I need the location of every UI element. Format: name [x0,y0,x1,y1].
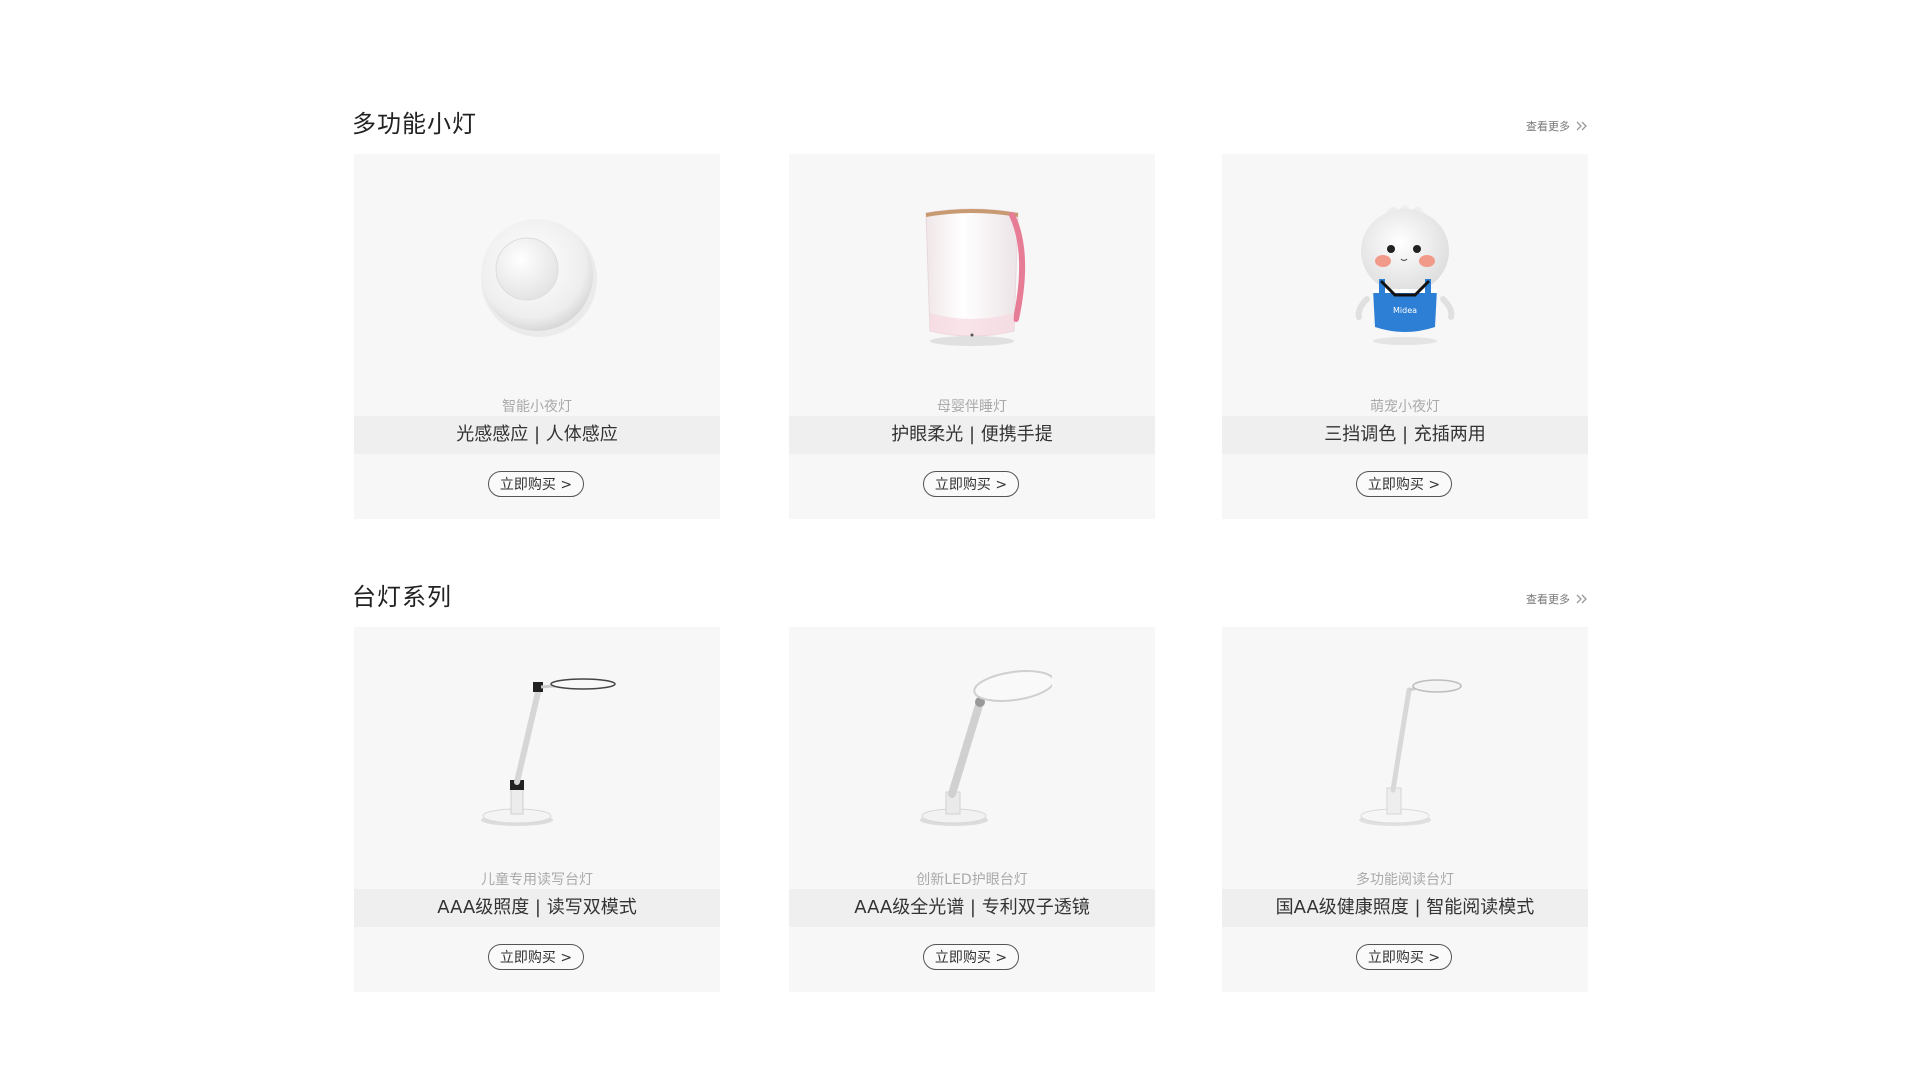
product-card[interactable]: 智能小夜灯 光感感应 | 人体感应 立即购买 > [354,154,720,519]
section-multifunction-lights: 多功能小灯 查看更多 智能小夜灯 光感感应 | 人体感应 立即购买 > 母婴伴睡… [352,100,1588,519]
product-features: AAA级照度 | 读写双模式 [354,889,720,927]
product-features: 光感感应 | 人体感应 [354,416,720,454]
product-category: 儿童专用读写台灯 [481,872,593,888]
buy-now-button[interactable]: 立即购买 > [1356,944,1452,970]
product-features: 三挡调色 | 充插两用 [1222,416,1588,454]
product-image-led-desk-lamp[interactable] [789,627,1155,865]
double-chevron-right-icon [1576,594,1587,604]
product-grid: 儿童专用读写台灯 AAA级照度 | 读写双模式 立即购买 > 创新LED护眼台灯… [354,627,1590,992]
kids-desk-lamp-image [481,678,616,826]
reading-desk-lamp-image [1359,679,1462,826]
product-features: 护眼柔光 | 便携手提 [789,416,1155,454]
round-night-light-image [481,219,597,337]
buy-now-button[interactable]: 立即购买 > [923,944,1019,970]
section-header: 多功能小灯 查看更多 [352,100,1588,140]
product-grid: 智能小夜灯 光感感应 | 人体感应 立即购买 > 母婴伴睡灯 护眼柔光 | 便携… [354,154,1590,519]
view-more-link[interactable]: 查看更多 [1526,118,1588,134]
product-category: 多功能阅读台灯 [1356,872,1454,888]
cute-pet-lamp-image: Midea [1355,205,1455,345]
section-title: 多功能小灯 [352,110,477,138]
led-desk-lamp-image [920,670,1052,826]
product-category: 智能小夜灯 [502,399,572,415]
product-features: AAA级全光谱 | 专利双子透镜 [789,889,1155,927]
brand-badge-text: Midea [1393,306,1417,315]
buy-now-button[interactable]: 立即购买 > [1356,471,1452,497]
portable-lamp-image [925,208,1026,346]
section-title: 台灯系列 [352,583,452,611]
buy-now-button[interactable]: 立即购买 > [923,471,1019,497]
section-header: 台灯系列 查看更多 [352,573,1588,613]
product-card[interactable]: Midea 萌宠小夜灯 三挡调色 | 充插两用 立即购买 > [1222,154,1588,519]
product-card[interactable]: 儿童专用读写台灯 AAA级照度 | 读写双模式 立即购买 > [354,627,720,992]
double-chevron-right-icon [1576,121,1587,131]
product-image-sleep-lamp[interactable] [789,154,1155,392]
product-category: 创新LED护眼台灯 [916,872,1028,888]
product-image-kids-desk-lamp[interactable] [354,627,720,865]
buy-now-button[interactable]: 立即购买 > [488,944,584,970]
product-image-pet-night-light[interactable]: Midea [1222,154,1588,392]
view-more-label: 查看更多 [1526,120,1570,133]
buy-now-button[interactable]: 立即购买 > [488,471,584,497]
product-image-reading-desk-lamp[interactable] [1222,627,1588,865]
section-desk-lamps: 台灯系列 查看更多 儿童专用读写台灯 AAA级照度 | 读写双模式 立即购买 >… [352,573,1588,992]
product-image-night-light-disc[interactable] [354,154,720,392]
view-more-link[interactable]: 查看更多 [1526,591,1588,607]
product-category: 母婴伴睡灯 [937,399,1007,415]
product-card[interactable]: 多功能阅读台灯 国AA级健康照度 | 智能阅读模式 立即购买 > [1222,627,1588,992]
product-features: 国AA级健康照度 | 智能阅读模式 [1222,889,1588,927]
product-category: 萌宠小夜灯 [1370,399,1440,415]
product-card[interactable]: 母婴伴睡灯 护眼柔光 | 便携手提 立即购买 > [789,154,1155,519]
view-more-label: 查看更多 [1526,593,1570,606]
product-card[interactable]: 创新LED护眼台灯 AAA级全光谱 | 专利双子透镜 立即购买 > [789,627,1155,992]
